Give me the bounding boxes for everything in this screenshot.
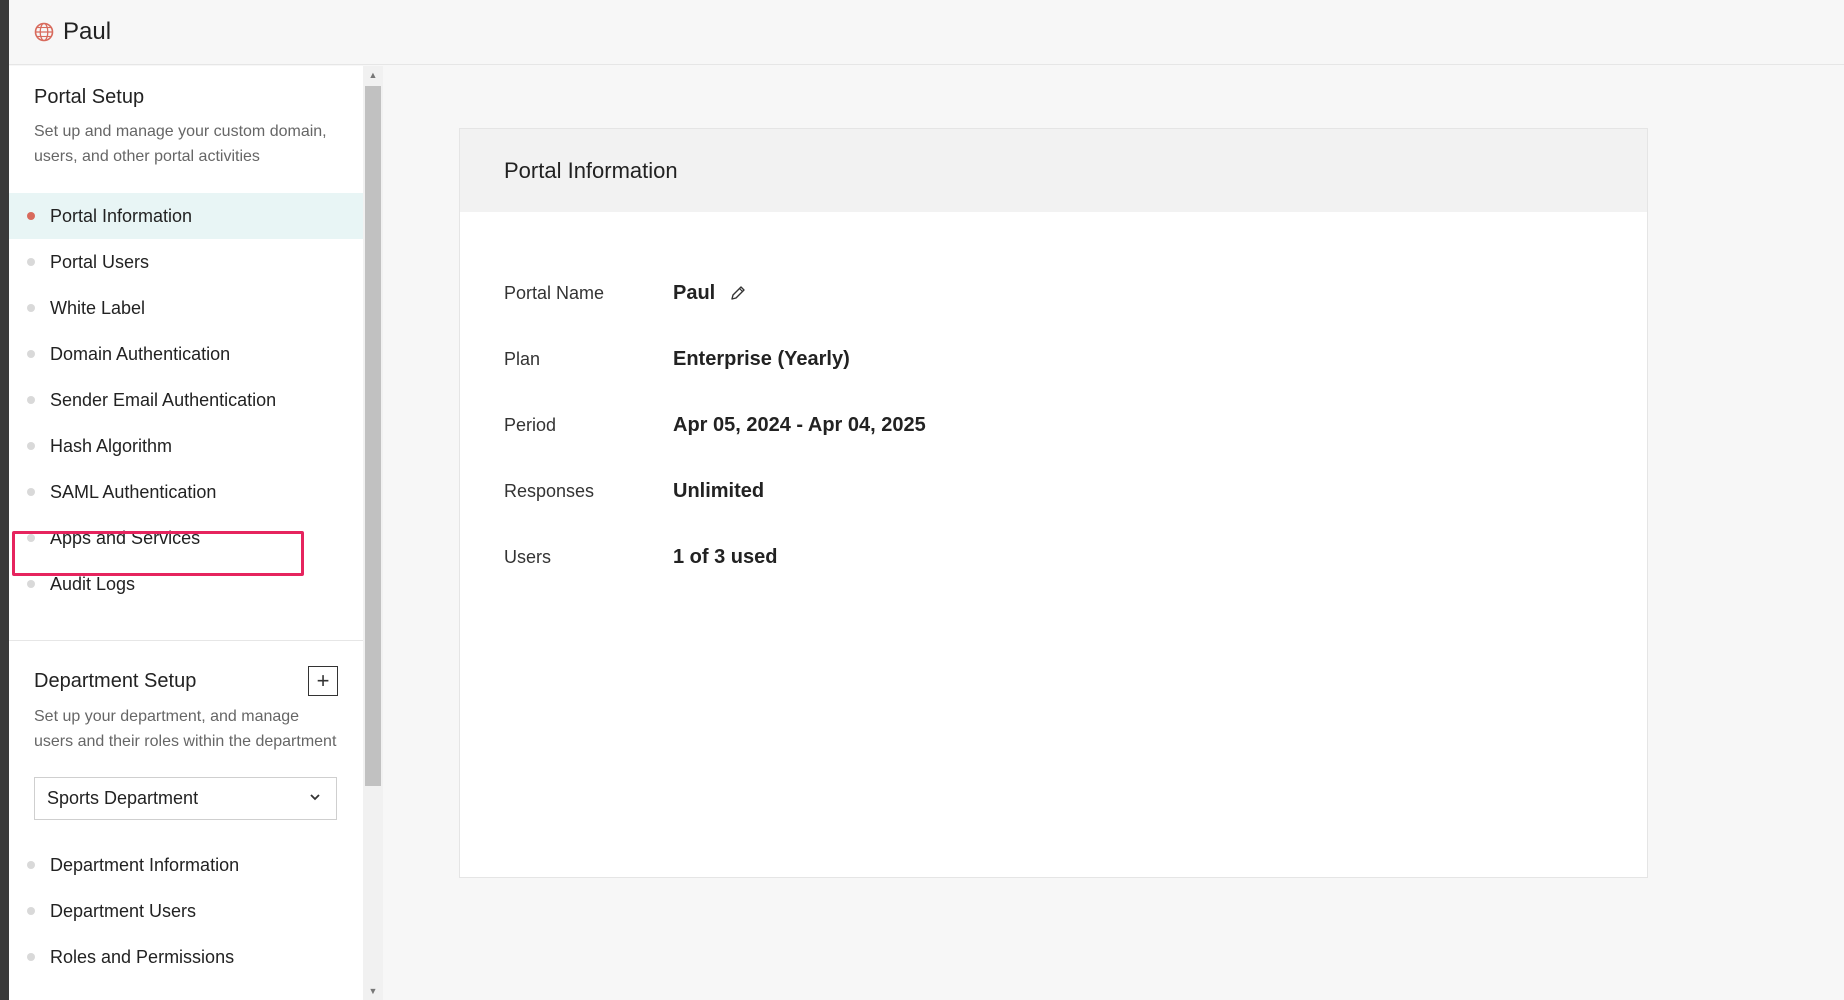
info-value: Apr 05, 2024 - Apr 04, 2025	[673, 413, 926, 436]
dot-icon	[27, 304, 35, 312]
window-edge	[0, 0, 9, 1000]
active-dot-icon	[27, 212, 35, 220]
sidebar-item-white-label[interactable]: White Label	[9, 285, 363, 331]
info-value-wrap: Paul	[673, 282, 747, 305]
plus-icon: +	[316, 668, 330, 693]
info-label: Portal Name	[504, 282, 605, 303]
scroll-up-icon[interactable]: ▲	[363, 66, 383, 84]
dot-icon	[27, 580, 35, 588]
sidebar-item-portal-users[interactable]: Portal Users	[9, 239, 363, 285]
department-select[interactable]: Sports Department	[34, 777, 337, 820]
dot-icon	[27, 396, 35, 404]
sidebar-item-audit-logs[interactable]: Audit Logs	[9, 561, 363, 607]
info-value: Paul	[673, 281, 716, 304]
app-frame: Paul Portal Setup Set up and manage your…	[0, 0, 1844, 1000]
portal-setup-section: Portal Setup Set up and manage your cust…	[9, 66, 363, 169]
sidebar-item-sender-email-authentication[interactable]: Sender Email Authentication	[9, 377, 363, 423]
scroll-down-icon[interactable]: ▼	[363, 982, 383, 1000]
dot-icon	[27, 907, 35, 915]
dot-icon	[27, 442, 35, 450]
info-list: Portal Name Paul Plan Enterprise (Yearly…	[460, 212, 1647, 590]
sidebar-item-hash-algorithm[interactable]: Hash Algorithm	[9, 423, 363, 469]
portal-name-title[interactable]: Paul	[63, 18, 111, 46]
dot-icon	[27, 534, 35, 542]
sidebar-item-label: White Label	[50, 297, 146, 318]
dot-icon	[27, 488, 35, 496]
card-title: Portal Information	[460, 129, 1647, 212]
scrollbar-thumb[interactable]	[365, 86, 381, 786]
sidebar-item-department-information[interactable]: Department Information	[9, 842, 363, 888]
portal-information-card: Portal Information Portal Name Paul Plan…	[459, 128, 1648, 878]
portal-setup-title: Portal Setup	[34, 86, 145, 108]
sidebar-item-roles-and-permissions[interactable]: Roles and Permissions	[9, 934, 363, 980]
dot-icon	[27, 861, 35, 869]
sidebar-item-label: Roles and Permissions	[50, 946, 235, 967]
dot-icon	[27, 350, 35, 358]
sidebar-item-label: Audit Logs	[50, 573, 136, 594]
sidebar-item-label: Domain Authentication	[50, 343, 231, 364]
portal-setup-description: Set up and manage your custom domain, us…	[34, 123, 327, 165]
sidebar-item-label: Portal Users	[50, 251, 150, 272]
info-label: Plan	[504, 348, 541, 369]
info-value: Enterprise (Yearly)	[673, 347, 850, 370]
info-value: Unlimited	[673, 479, 765, 502]
sidebar-item-label: Hash Algorithm	[50, 435, 173, 456]
sidebar-item-label: Apps and Services	[50, 527, 201, 548]
sidebar-scrollbar[interactable]: ▲ ▼	[363, 66, 383, 1000]
portal-setup-nav: Portal Information Portal Users White La…	[9, 193, 363, 607]
department-setup-title: Department Setup	[34, 669, 197, 692]
sidebar-item-domain-authentication[interactable]: Domain Authentication	[9, 331, 363, 377]
pencil-icon[interactable]	[729, 284, 747, 302]
dot-icon	[27, 953, 35, 961]
dot-icon	[27, 258, 35, 266]
sidebar-item-apps-and-services[interactable]: Apps and Services	[9, 515, 363, 561]
info-row-responses: Responses Unlimited	[504, 458, 1647, 524]
info-row-users: Users 1 of 3 used	[504, 524, 1647, 590]
department-select-value: Sports Department	[47, 788, 199, 808]
sidebar-item-label: Department Information	[50, 854, 240, 875]
sidebar-item-portal-information[interactable]: Portal Information	[9, 193, 363, 239]
sidebar-item-department-users[interactable]: Department Users	[9, 888, 363, 934]
sidebar-item-saml-authentication[interactable]: SAML Authentication	[9, 469, 363, 515]
top-header: Paul	[9, 0, 1844, 65]
info-label: Period	[504, 414, 557, 435]
main-content: Portal Information Portal Name Paul Plan…	[383, 66, 1844, 1000]
section-divider	[9, 640, 363, 641]
department-setup-section: Department Setup + Set up your departmen…	[9, 666, 363, 980]
sidebar: Portal Setup Set up and manage your cust…	[9, 66, 363, 1000]
sidebar-item-label: Portal Information	[50, 205, 193, 226]
info-row-period: Period Apr 05, 2024 - Apr 04, 2025	[504, 392, 1647, 458]
sidebar-item-label: Sender Email Authentication	[50, 389, 277, 410]
department-setup-description: Set up your department, and manage users…	[34, 708, 337, 750]
info-label: Users	[504, 546, 552, 567]
info-row-portal-name: Portal Name Paul	[504, 260, 1647, 326]
sidebar-item-label: SAML Authentication	[50, 481, 217, 502]
globe-icon	[33, 21, 55, 43]
info-row-plan: Plan Enterprise (Yearly)	[504, 326, 1647, 392]
sidebar-item-label: Department Users	[50, 900, 197, 921]
info-value: 1 of 3 used	[673, 545, 778, 568]
info-label: Responses	[504, 480, 595, 501]
department-setup-nav: Department Information Department Users …	[9, 842, 363, 980]
chevron-down-icon	[308, 788, 322, 809]
add-department-button[interactable]: +	[308, 666, 338, 696]
